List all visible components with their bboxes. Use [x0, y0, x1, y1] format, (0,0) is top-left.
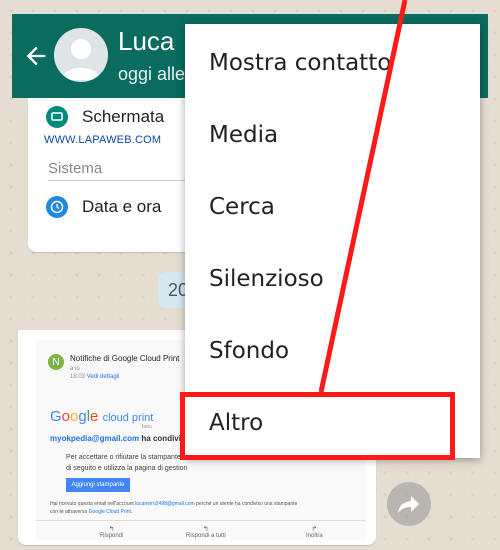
annotation-arrow	[318, 0, 408, 393]
annotation-highlight-box	[180, 392, 455, 460]
